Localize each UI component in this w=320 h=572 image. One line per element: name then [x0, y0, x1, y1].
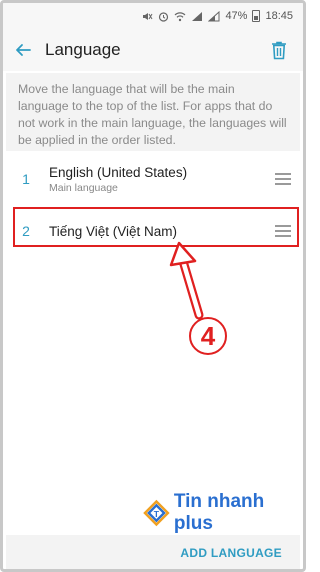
- battery-icon: [252, 10, 261, 22]
- step-number-badge: 4: [189, 317, 227, 355]
- language-index: 2: [22, 223, 30, 239]
- watermark-logo-icon: T: [143, 499, 170, 527]
- watermark: T Tin nhanh plus: [143, 491, 303, 535]
- watermark-text: Tin nhanh plus: [173, 491, 265, 534]
- language-item-vietnamese[interactable]: 2 Tiếng Việt (Việt Nam): [3, 207, 303, 255]
- page-title: Language: [45, 40, 121, 59]
- signal-icon: [192, 11, 203, 21]
- language-subtitle: Main language: [49, 181, 118, 194]
- language-list: 1 English (United States) Main language …: [3, 155, 303, 255]
- back-arrow-icon[interactable]: [5, 29, 41, 71]
- bottom-bar: ADD LANGUAGE: [6, 535, 300, 569]
- delete-icon[interactable]: [261, 29, 297, 71]
- language-name: Tiếng Việt (Việt Nam): [49, 223, 178, 239]
- alarm-icon: [159, 11, 169, 22]
- mute-icon: [143, 12, 153, 20]
- svg-text:T: T: [154, 509, 160, 519]
- drag-handle-icon[interactable]: [263, 155, 303, 203]
- clock: 18:45: [265, 10, 293, 22]
- drag-handle-icon[interactable]: [263, 207, 303, 255]
- battery-percent: 47%: [225, 10, 248, 22]
- language-index: 1: [22, 171, 30, 187]
- phone-frame: 47% 18:45 Language Move the language tha…: [0, 0, 306, 572]
- signal-2-icon: [208, 10, 220, 21]
- language-name: English (United States): [49, 164, 188, 180]
- status-bar: 47% 18:45: [3, 3, 303, 29]
- add-language-button[interactable]: ADD LANGUAGE: [180, 546, 282, 560]
- language-item-english[interactable]: 1 English (United States) Main language: [3, 155, 303, 203]
- app-bar: Language: [3, 29, 303, 71]
- description-text: Move the language that will be the main …: [6, 73, 300, 151]
- wifi-icon: [175, 11, 186, 21]
